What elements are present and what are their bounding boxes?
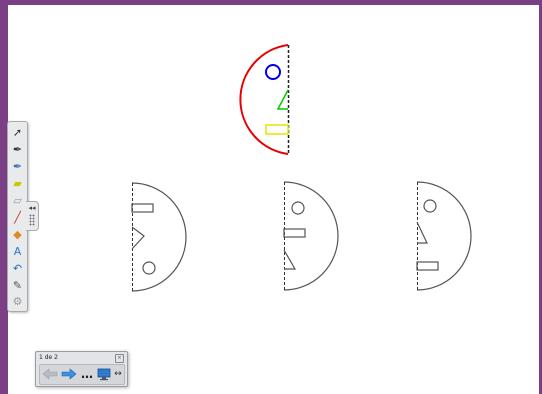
more-options-button[interactable]: … bbox=[79, 366, 95, 382]
whiteboard-shapes bbox=[131, 44, 472, 292]
gray-rectangle bbox=[283, 228, 306, 238]
gray-rectangle bbox=[131, 203, 154, 213]
undo-icon: ↶ bbox=[12, 262, 23, 275]
line-icon: ╱ bbox=[14, 211, 21, 224]
tool-creative-pen[interactable]: ✒ bbox=[10, 159, 25, 174]
toolbar-collapse-handle[interactable]: ◂◂ bbox=[26, 201, 39, 231]
next-page-button[interactable] bbox=[60, 366, 78, 382]
tool-properties[interactable]: ⚙ bbox=[10, 294, 25, 309]
resize-toggle-button[interactable]: ↔ bbox=[112, 366, 124, 382]
green-triangle-nose[interactable] bbox=[276, 89, 289, 110]
page-count-label: 1 de 2 bbox=[39, 354, 58, 361]
gray-circle bbox=[423, 199, 437, 213]
select-arrow-icon: ➚ bbox=[12, 126, 23, 139]
highlighter-icon: ▰ bbox=[13, 177, 22, 190]
tool-fill[interactable]: ✎ bbox=[10, 278, 25, 293]
tool-shapes[interactable]: ◆ bbox=[10, 227, 25, 242]
red-half-circle[interactable] bbox=[239, 44, 289, 155]
gray-rectangle bbox=[416, 261, 439, 271]
tool-pen[interactable]: ✒ bbox=[10, 142, 25, 157]
forward-arrow-icon bbox=[61, 368, 77, 380]
page-navigation-widget: 1 de 2 × … ↔ bbox=[35, 351, 128, 387]
grip-dots-icon bbox=[29, 214, 35, 226]
previous-page-button[interactable] bbox=[41, 366, 59, 382]
gray-half-face-right[interactable] bbox=[416, 181, 472, 291]
collapse-arrows-icon: ◂◂ bbox=[28, 204, 36, 212]
tool-highlighter[interactable]: ▰ bbox=[10, 176, 25, 191]
screen-view-button[interactable] bbox=[96, 366, 112, 382]
close-icon[interactable]: × bbox=[115, 354, 124, 363]
gray-half-circle bbox=[131, 182, 187, 292]
gray-triangle bbox=[131, 226, 145, 250]
gray-triangle bbox=[416, 221, 428, 244]
back-arrow-icon bbox=[42, 368, 58, 380]
gray-triangle bbox=[283, 249, 297, 270]
tool-eraser[interactable]: ▱ bbox=[10, 193, 25, 208]
pen-icon: ✒ bbox=[12, 143, 23, 156]
gray-half-face-left[interactable] bbox=[131, 182, 187, 292]
tool-text[interactable]: A bbox=[10, 244, 25, 259]
page-nav-buttons: … ↔ bbox=[39, 364, 125, 385]
gray-circle bbox=[291, 201, 305, 215]
gray-circle bbox=[142, 261, 156, 275]
properties-icon: ⚙ bbox=[12, 295, 23, 308]
tool-line[interactable]: ╱ bbox=[10, 210, 25, 225]
tools-palette: ➚ ✒ ✒ ▰ ▱ ╱ ◆ A ↶ ✎ ⚙ bbox=[7, 121, 28, 312]
blue-circle-eye[interactable] bbox=[265, 64, 281, 80]
tool-select[interactable]: ➚ bbox=[10, 125, 25, 140]
yellow-rectangle-mouth[interactable] bbox=[265, 124, 289, 135]
text-icon: A bbox=[13, 245, 22, 258]
tool-undo[interactable]: ↶ bbox=[10, 261, 25, 276]
fill-icon: ✎ bbox=[12, 279, 23, 292]
gray-half-circle bbox=[416, 181, 472, 291]
colored-half-face[interactable] bbox=[239, 44, 290, 155]
creative-pen-icon: ✒ bbox=[12, 160, 23, 173]
gray-half-circle bbox=[283, 181, 339, 291]
shapes-icon: ◆ bbox=[13, 228, 22, 241]
screen-icon bbox=[97, 368, 111, 381]
eraser-icon: ▱ bbox=[13, 194, 22, 207]
gray-half-face-middle[interactable] bbox=[283, 181, 339, 291]
